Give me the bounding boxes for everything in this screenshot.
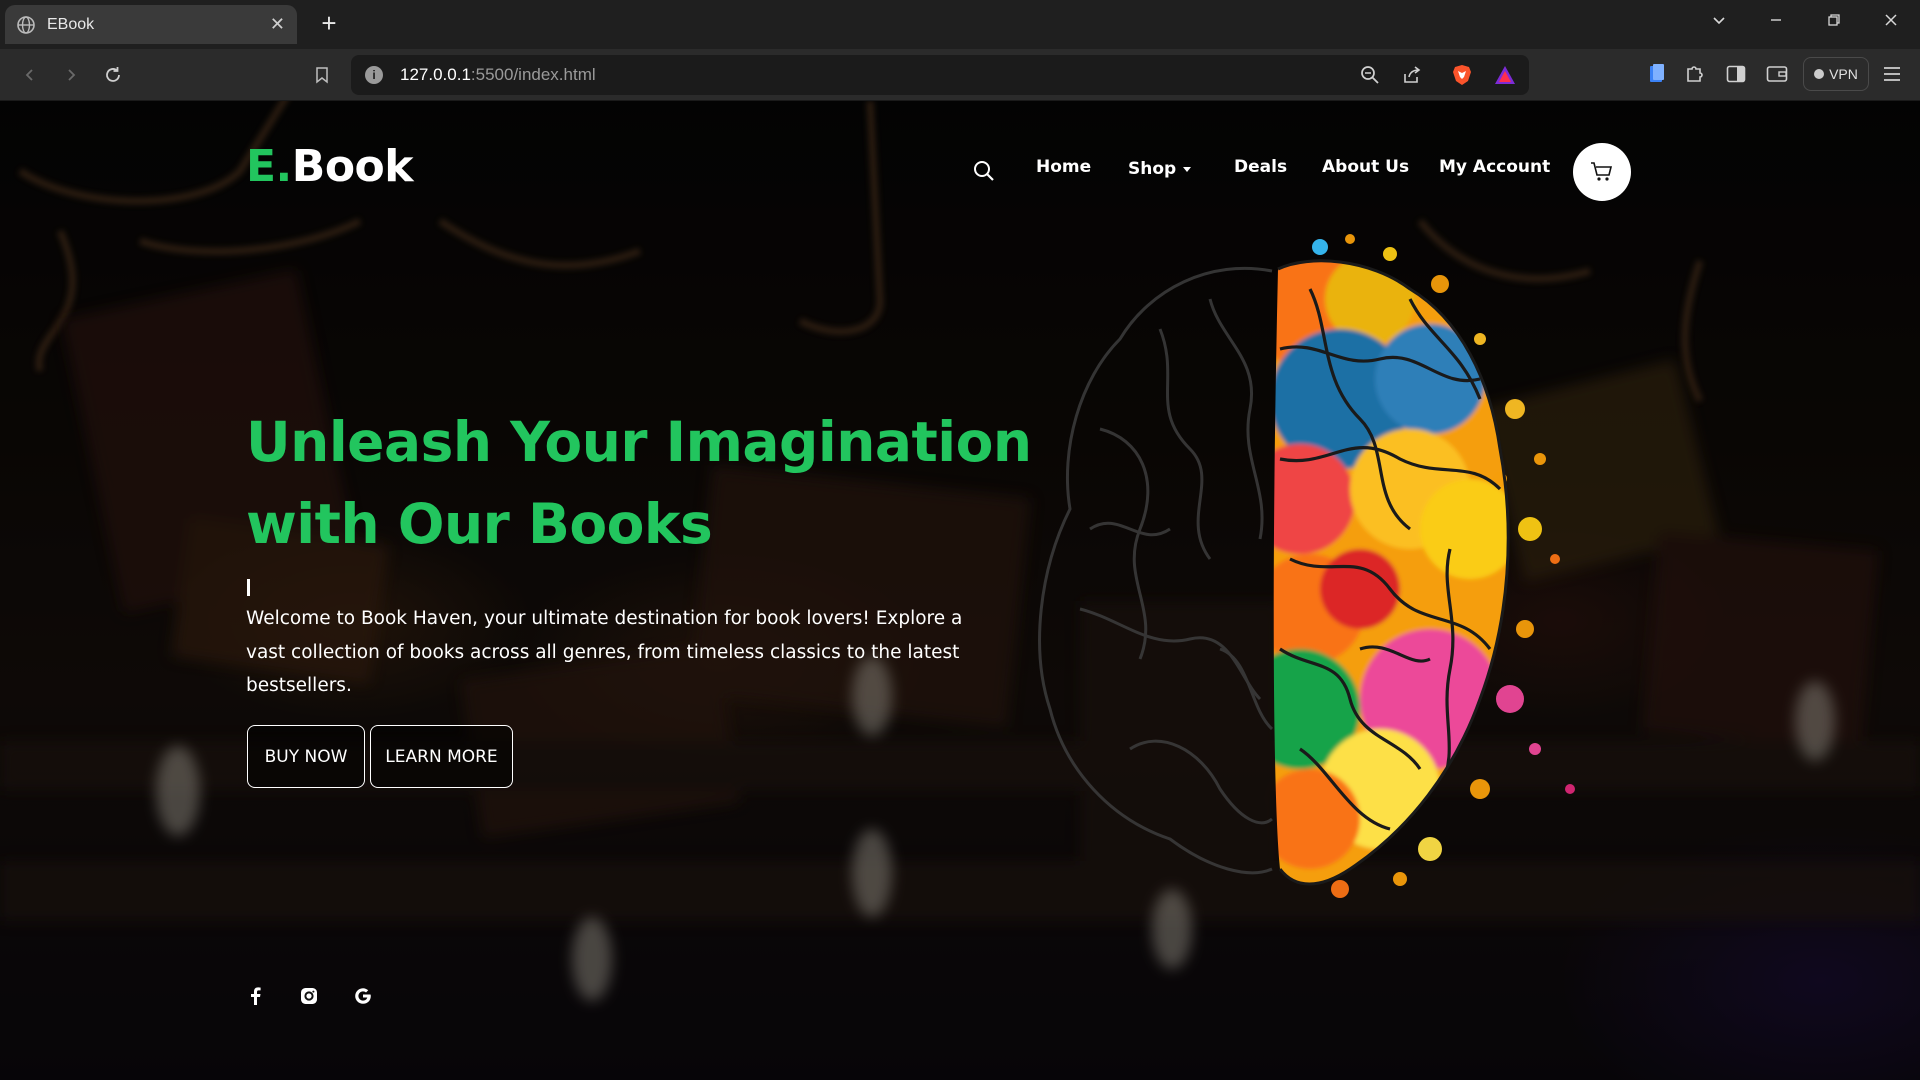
vpn-label: VPN (1829, 66, 1858, 82)
hero-title-line-1: Unleash Your Imagination (246, 410, 1032, 474)
hero-description: Welcome to Book Haven, your ultimate des… (246, 608, 963, 696)
share-icon[interactable] (1401, 64, 1423, 86)
vpn-button[interactable]: VPN (1803, 57, 1869, 91)
url-host: 127.0.0.1 (400, 65, 471, 84)
browser-tab[interactable]: EBook ✕ (5, 5, 297, 44)
vpn-status-icon (1814, 69, 1825, 79)
logo-text: Book (291, 141, 414, 192)
url-path: :5500/index.html (470, 65, 596, 84)
forward-icon[interactable] (57, 61, 85, 89)
browser-toolbar: i 127.0.0.1:5500/index.html VPN (0, 49, 1920, 101)
close-tab-icon[interactable]: ✕ (270, 14, 285, 35)
new-tab-button[interactable]: + (316, 10, 342, 37)
hero-title: Unleash Your Imagination with Our Books (246, 401, 1046, 565)
restore-icon[interactable] (1821, 12, 1847, 33)
url-text: 127.0.0.1:5500/index.html (400, 65, 596, 85)
google-icon[interactable] (352, 985, 374, 1007)
nav-my-account[interactable]: My Account (1439, 157, 1550, 177)
page-viewport: E.Book Home Shop Deals About Us My Accou… (0, 101, 1920, 1080)
nav-shop[interactable]: Shop (1128, 159, 1192, 179)
hero-title-line-2: with Our Books (246, 492, 713, 556)
extension-document-icon[interactable] (1645, 62, 1669, 86)
back-icon[interactable] (16, 61, 44, 89)
nav-home[interactable]: Home (1036, 157, 1091, 177)
wallet-icon[interactable] (1765, 62, 1789, 86)
nav-about-us[interactable]: About Us (1322, 157, 1409, 177)
tab-search-chevron-icon[interactable] (1706, 12, 1732, 33)
zoom-icon[interactable] (1359, 64, 1381, 86)
caret-down-icon (1183, 166, 1192, 172)
minimize-icon[interactable] (1763, 12, 1789, 33)
brave-shield-icon[interactable] (1451, 64, 1473, 86)
search-icon[interactable] (973, 160, 995, 182)
logo-accent: E. (246, 141, 292, 192)
globe-icon (17, 15, 35, 34)
nav-deals[interactable]: Deals (1234, 157, 1287, 177)
cart-button[interactable] (1573, 143, 1631, 201)
close-window-icon[interactable] (1878, 12, 1904, 33)
brave-rewards-icon[interactable] (1494, 64, 1516, 86)
instagram-icon[interactable] (298, 985, 320, 1007)
nav-shop-label: Shop (1128, 159, 1177, 179)
site-info-icon[interactable]: i (365, 66, 383, 84)
buy-now-button[interactable]: BUY NOW (247, 725, 365, 788)
colorful-brain-illustration (1038, 234, 1575, 898)
typing-cursor (247, 579, 250, 596)
sidebar-toggle-icon[interactable] (1724, 62, 1748, 86)
menu-hamburger-icon[interactable] (1880, 62, 1904, 86)
tab-title: EBook (47, 15, 95, 33)
bookmark-icon[interactable] (308, 61, 336, 89)
browser-tabstrip: EBook ✕ + (0, 0, 1920, 49)
learn-more-button[interactable]: LEARN MORE (370, 725, 513, 788)
cart-icon (1591, 162, 1613, 181)
site-logo[interactable]: E.Book (246, 141, 414, 192)
address-bar[interactable]: i 127.0.0.1:5500/index.html (351, 55, 1529, 95)
reload-icon[interactable] (99, 61, 127, 89)
extensions-puzzle-icon[interactable] (1683, 62, 1707, 86)
facebook-icon[interactable] (244, 985, 266, 1007)
